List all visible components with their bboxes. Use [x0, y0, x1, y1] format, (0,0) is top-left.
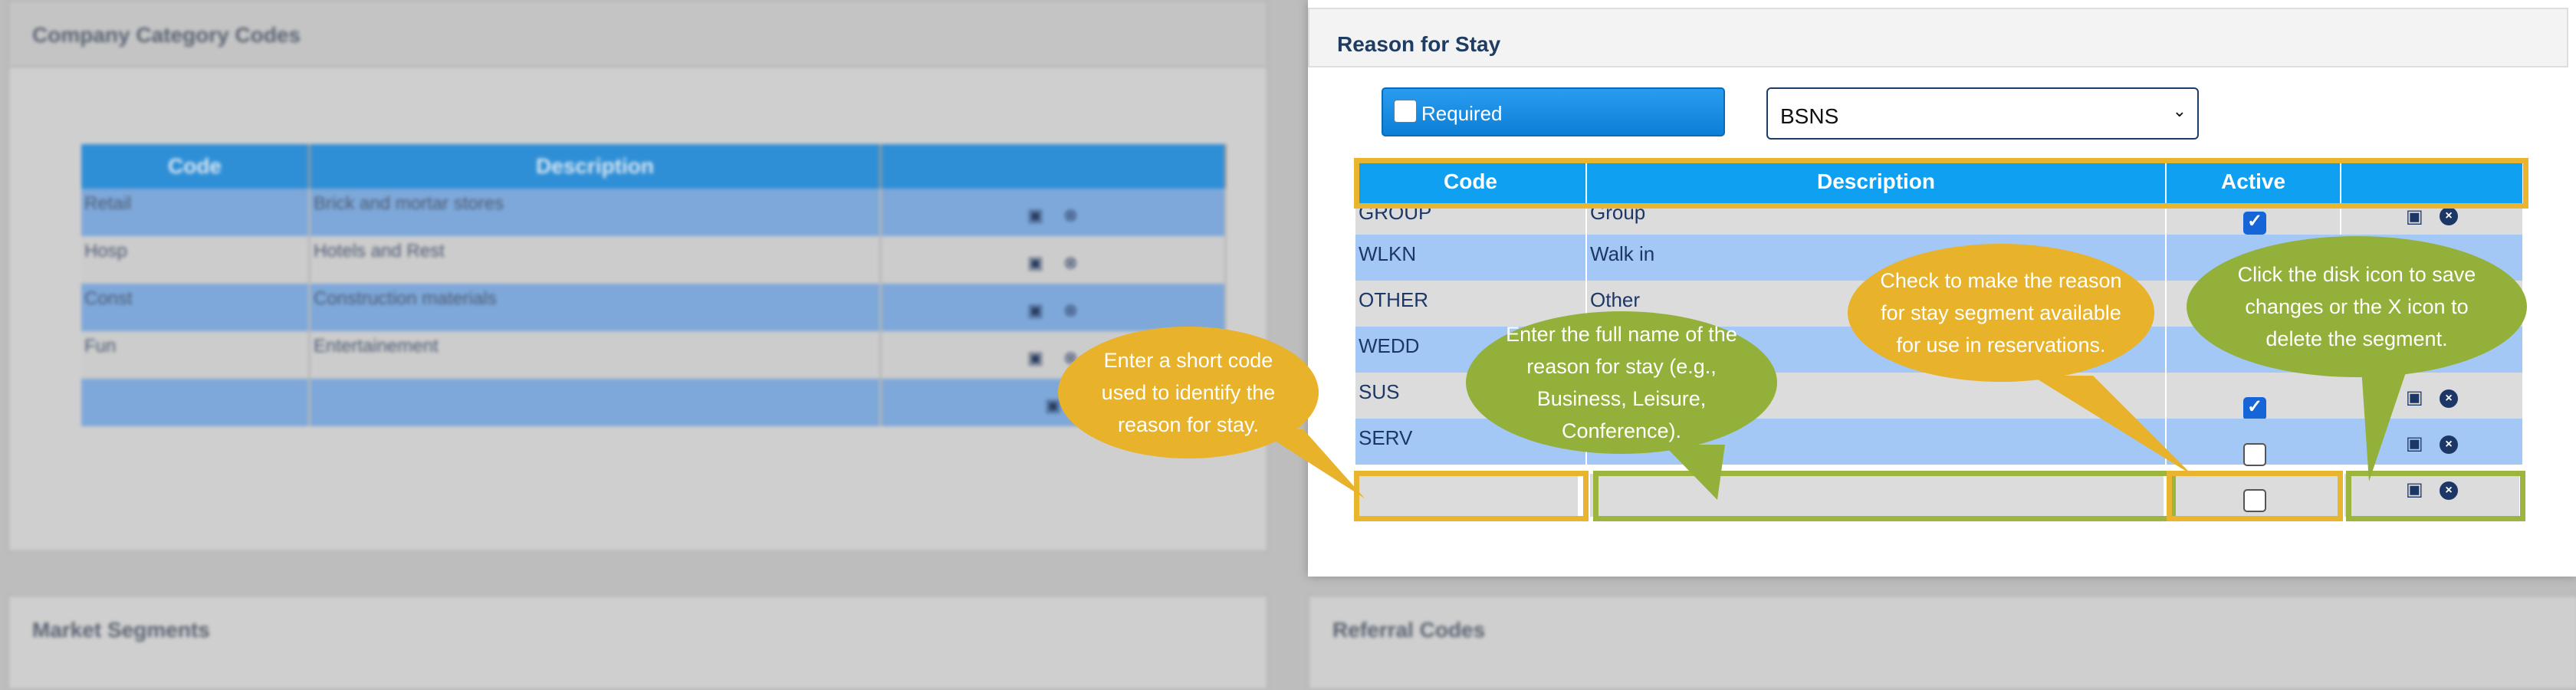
- active-callout-tail: [2032, 376, 2193, 475]
- active-callout: Check to make the reason for stay segmen…: [1848, 244, 2154, 382]
- description-callout-tail: [1664, 445, 1725, 500]
- active-callout-text: Check to make the reason for stay segmen…: [1880, 269, 2122, 356]
- actions-callout: Click the disk icon to save changes or t…: [2187, 236, 2527, 377]
- actions-callout-text: Click the disk icon to save changes or t…: [2237, 263, 2476, 350]
- description-callout: Enter the full name of the reason for st…: [1466, 311, 1777, 454]
- code-callout: Enter a short code used to identify the …: [1058, 327, 1319, 458]
- actions-callout-tail: [2361, 368, 2407, 481]
- description-callout-text: Enter the full name of the reason for st…: [1506, 323, 1737, 442]
- code-callout-text: Enter a short code used to identify the …: [1101, 349, 1276, 436]
